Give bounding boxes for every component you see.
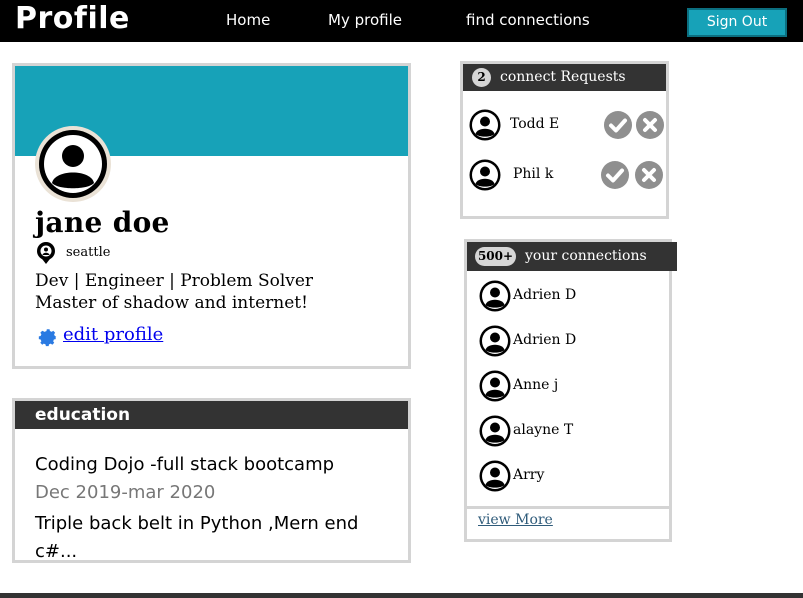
request-name: Phil k xyxy=(513,166,554,182)
requests-count-badge: 2 xyxy=(472,68,491,87)
connection-name: Anne j xyxy=(513,377,559,393)
connection-item[interactable]: Adrien D xyxy=(467,325,669,361)
user-avatar-icon xyxy=(469,109,501,141)
gear-icon[interactable] xyxy=(37,326,59,348)
x-circle-icon[interactable] xyxy=(635,110,665,140)
nav-find-connections-link[interactable]: find connections xyxy=(466,11,590,29)
connection-item[interactable]: alayne T xyxy=(467,415,669,451)
connect-requests-card: 2 connect Requests Todd E Phil k xyxy=(460,61,669,219)
connection-item[interactable]: Adrien D xyxy=(467,280,669,316)
connection-name: Adrien D xyxy=(513,287,577,303)
profile-card: jane doe seattle Dev | Engineer | Proble… xyxy=(12,63,411,369)
edit-profile-link[interactable]: edit profile xyxy=(63,324,163,345)
connect-requests-header: 2 connect Requests xyxy=(463,64,666,91)
connections-list: Adrien D Adrien D Anne j alayne T Arry xyxy=(467,271,669,509)
check-circle-icon[interactable] xyxy=(603,110,633,140)
request-row: Phil k xyxy=(463,159,666,195)
user-avatar-icon xyxy=(479,370,511,402)
nav-home-link[interactable]: Home xyxy=(226,11,270,29)
education-dates: Dec 2019-mar 2020 xyxy=(35,482,216,503)
education-card: education Coding Dojo -full stack bootca… xyxy=(12,398,411,563)
user-avatar-icon xyxy=(479,460,511,492)
connections-header: 500+ your connections xyxy=(467,242,677,271)
user-avatar-icon xyxy=(479,280,511,312)
x-circle-icon[interactable] xyxy=(634,160,664,190)
profile-headline: Dev | Engineer | Problem Solver xyxy=(35,271,314,291)
profile-location: seattle xyxy=(66,245,111,260)
education-header: education xyxy=(15,401,408,429)
sign-out-button[interactable]: Sign Out xyxy=(687,8,787,37)
user-avatar-icon xyxy=(469,159,501,191)
request-row: Todd E xyxy=(463,109,666,145)
profile-bio: Master of shadow and internet! xyxy=(35,293,308,313)
brand-title: Profile xyxy=(15,1,130,36)
user-avatar-icon xyxy=(479,325,511,357)
connection-name: Adrien D xyxy=(513,332,577,348)
bottom-divider xyxy=(0,593,803,598)
education-description: Triple back belt in Python ,Mern end c#.… xyxy=(35,513,359,562)
connections-card: 500+ your connections Adrien D Adrien D … xyxy=(464,239,677,542)
connections-count-badge: 500+ xyxy=(475,247,516,266)
education-school: Coding Dojo -full stack bootcamp xyxy=(35,454,335,475)
request-name: Todd E xyxy=(510,116,560,132)
requests-title: connect Requests xyxy=(500,69,626,85)
profile-name: jane doe xyxy=(35,206,170,239)
connection-name: Arry xyxy=(513,467,545,483)
nav-my-profile-link[interactable]: My profile xyxy=(328,11,402,29)
connection-item[interactable]: Anne j xyxy=(467,370,669,406)
check-circle-icon[interactable] xyxy=(600,160,630,190)
top-navbar: Profile Home My profile find connections… xyxy=(0,0,803,42)
profile-avatar xyxy=(35,126,111,202)
connections-title: your connections xyxy=(525,248,647,264)
user-avatar-icon xyxy=(39,130,107,198)
connection-name: alayne T xyxy=(513,422,574,438)
view-more-link[interactable]: view More xyxy=(478,512,553,528)
user-avatar-icon xyxy=(479,415,511,447)
connection-item[interactable]: Arry xyxy=(467,460,669,496)
location-pin-icon xyxy=(37,242,55,264)
